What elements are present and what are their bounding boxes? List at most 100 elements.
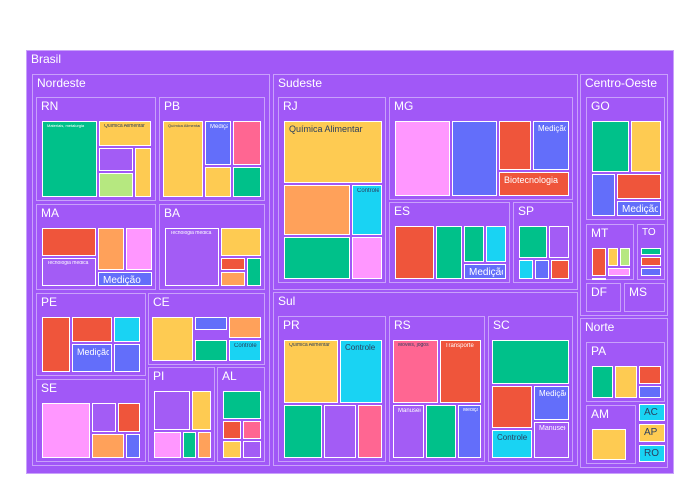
tile-ba-2 xyxy=(221,228,261,256)
tile-pa-4 xyxy=(639,386,661,398)
tile-ba-3 xyxy=(221,258,245,270)
state-ma-label: MA xyxy=(41,207,153,221)
state-ms-label: MS xyxy=(629,286,662,300)
tile-pr-4 xyxy=(324,405,356,458)
tile-pe-2 xyxy=(72,317,112,342)
state-pr-label: PR xyxy=(283,319,383,333)
tile-rj-2 xyxy=(284,185,350,235)
tile-sp-3 xyxy=(519,260,533,279)
state-sp-label: SP xyxy=(518,205,570,219)
tile-mt-2 xyxy=(608,248,618,266)
tile-pa-2 xyxy=(615,366,637,398)
region-sul-label: Sul xyxy=(278,295,575,309)
region-sudeste-label: Sudeste xyxy=(278,77,575,91)
tile-pi-5 xyxy=(198,432,211,458)
tile-pb-2-label: Medição xyxy=(210,124,228,131)
tile-se-3 xyxy=(118,403,140,432)
tile-rn-3 xyxy=(99,148,133,171)
tile-rs-3-label: Manuseio xyxy=(398,408,421,415)
tile-ma-5-label: Medição xyxy=(103,275,149,286)
state-ba-label: BA xyxy=(164,207,262,221)
state-pi-label: PI xyxy=(153,370,212,384)
tile-es-1 xyxy=(395,226,434,279)
tile-rs-2: Transporte xyxy=(440,340,481,403)
tile-mt-3 xyxy=(620,248,630,266)
tile-ce-2 xyxy=(195,317,227,330)
state-ap-label: AP xyxy=(644,427,662,439)
state-al-label: AL xyxy=(222,370,262,384)
state-ce-label: CE xyxy=(153,296,262,310)
tile-pr-2-label: Controle xyxy=(345,343,379,352)
state-ms: MS xyxy=(624,283,665,312)
tile-pb-2: Medição xyxy=(205,121,231,165)
tile-pi-2 xyxy=(192,391,211,430)
tile-se-4 xyxy=(92,434,124,458)
state-to-label: TO xyxy=(642,227,662,239)
tile-rs-1: Móveis, jogos xyxy=(393,340,438,403)
state-rj-label: RJ xyxy=(283,100,383,114)
tile-al-5 xyxy=(243,441,261,458)
tile-es-4 xyxy=(486,226,506,262)
tile-ce-1 xyxy=(152,317,193,361)
tile-al-3 xyxy=(243,421,261,439)
tile-pb-1-label: Química Alimentar xyxy=(168,124,200,129)
state-pe-label: PE xyxy=(41,296,143,310)
tile-rn-1: Materiais, metalurgia xyxy=(42,121,97,197)
tile-pe-3 xyxy=(114,317,140,342)
tile-go-5-label: Medição xyxy=(622,204,658,216)
tile-pr-3 xyxy=(284,405,322,458)
tile-ma-5: Medição xyxy=(98,272,152,286)
tile-ba-4 xyxy=(221,272,245,286)
tile-ma-3 xyxy=(126,228,152,270)
tile-sp-1 xyxy=(519,226,547,258)
tile-rn-2-label: Química Alimentar xyxy=(104,124,148,130)
tile-pe-4-label: Medição xyxy=(77,347,109,357)
state-mt-label: MT xyxy=(591,227,631,241)
state-sc-label: SC xyxy=(493,319,570,333)
tile-ce-4 xyxy=(195,340,227,361)
tile-se-5 xyxy=(126,434,140,458)
tile-to-1 xyxy=(641,248,661,255)
state-go-label: GO xyxy=(591,100,662,114)
tile-ce-3 xyxy=(229,317,261,338)
tile-sc-5-label: Manuseio xyxy=(539,425,566,433)
tile-sp-2 xyxy=(549,226,569,258)
tile-pi-4 xyxy=(183,432,196,458)
tile-sc-3-label: Medição xyxy=(539,389,566,398)
tile-rs-4 xyxy=(426,405,456,458)
tile-go-1 xyxy=(592,121,629,172)
state-es-label: ES xyxy=(394,205,507,219)
tile-se-2 xyxy=(92,403,116,432)
tile-mt-5 xyxy=(592,278,606,280)
tile-es-2 xyxy=(436,226,462,279)
tile-rj-3-label: Controle xyxy=(357,188,379,195)
tile-ce-5: Controle xyxy=(229,340,261,361)
tile-rs-2-label: Transporte xyxy=(445,343,478,350)
tile-pa-1 xyxy=(592,366,613,398)
tile-ma-4-label: Tecnologia médica xyxy=(47,261,93,267)
tile-sc-4: Controle xyxy=(492,430,532,458)
tile-sp-5 xyxy=(551,260,569,279)
tile-mg-2 xyxy=(452,121,497,196)
tile-rj-3: Controle xyxy=(352,185,382,235)
tile-mg-4: Medição xyxy=(533,121,569,170)
tile-pa-3 xyxy=(639,366,661,384)
tile-pb-5 xyxy=(233,167,261,197)
tile-pe-1 xyxy=(42,317,70,372)
region-centro-oeste-label: Centro-Oeste xyxy=(585,77,665,91)
state-df-label: DF xyxy=(591,286,618,300)
tile-sc-4-label: Controle xyxy=(497,433,529,442)
region-nordeste-label: Nordeste xyxy=(37,77,267,91)
tile-ba-1: Tecnologia médica xyxy=(165,228,219,286)
tile-sc-5: Manuseio xyxy=(534,422,569,458)
tile-es-5: Medição xyxy=(464,264,506,279)
tile-rn-5 xyxy=(99,173,133,197)
tile-go-2 xyxy=(631,121,661,172)
tile-pr-5 xyxy=(358,405,382,458)
tile-go-3 xyxy=(592,174,615,216)
tile-sc-1 xyxy=(492,340,569,384)
tile-pi-3 xyxy=(154,432,181,458)
treemap-root-brasil-label: Brasil xyxy=(31,53,671,67)
tile-go-4 xyxy=(617,174,661,199)
tile-rs-3: Manuseio xyxy=(393,405,424,458)
